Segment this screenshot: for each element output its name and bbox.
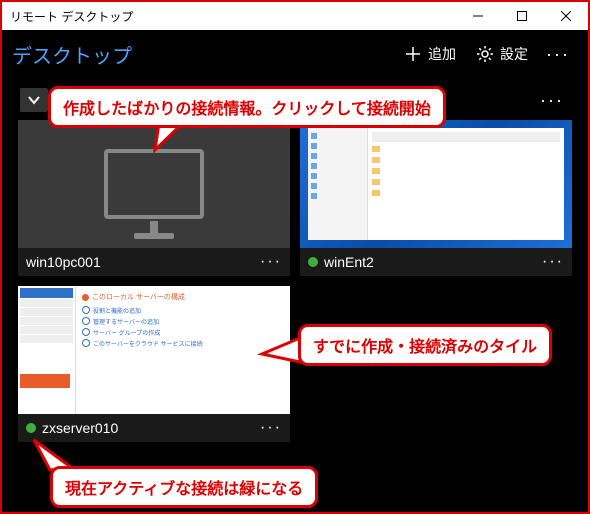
page-title: デスクトップ: [12, 40, 132, 69]
header-more-button[interactable]: ···: [538, 38, 578, 71]
add-label: 追加: [428, 44, 456, 64]
collapse-toggle[interactable]: [20, 88, 48, 112]
gear-icon: [476, 45, 494, 63]
tile-more-button[interactable]: ···: [542, 253, 564, 271]
tile-label-bar: winEnt2 ···: [300, 248, 572, 276]
minimize-button[interactable]: [456, 2, 500, 30]
app-header: デスクトップ 追加 設定 ···: [2, 30, 588, 78]
close-button[interactable]: [544, 2, 588, 30]
tile-name: zxserver010: [42, 420, 254, 436]
tile-label-bar: win10pc001 ···: [18, 248, 290, 276]
callout-new-connection: 作成したばかりの接続情報。クリックして接続開始: [48, 86, 446, 128]
plus-icon: [404, 45, 422, 63]
window-title: リモート デスクトップ: [10, 8, 133, 25]
tile-thumbnail: このローカル サーバーの構成 役割と機能の追加 管理するサーバーの追加 サーバー…: [18, 286, 290, 414]
add-button[interactable]: 追加: [394, 38, 466, 70]
section-more-button[interactable]: ···: [540, 90, 564, 111]
tile-more-button[interactable]: ···: [260, 419, 282, 437]
tile-thumbnail: [300, 120, 572, 248]
maximize-button[interactable]: [500, 2, 544, 30]
callout-existing-tile: すでに作成・接続済みのタイル: [298, 324, 552, 366]
tile-name: win10pc001: [26, 254, 254, 270]
titlebar: リモート デスクトップ: [2, 2, 588, 30]
chevron-down-icon: [27, 93, 41, 107]
active-indicator-icon: [26, 423, 36, 433]
tile-name: winEnt2: [324, 254, 536, 270]
connection-tile[interactable]: winEnt2 ···: [300, 120, 572, 276]
tile-more-button[interactable]: ···: [260, 253, 282, 271]
settings-label: 設定: [500, 44, 528, 64]
tile-grid: win10pc001 ··· winEnt2 ···: [2, 118, 588, 442]
callout-active-green: 現在アクティブな接続は緑になる: [50, 466, 318, 508]
connection-tile[interactable]: このローカル サーバーの構成 役割と機能の追加 管理するサーバーの追加 サーバー…: [18, 286, 290, 442]
monitor-icon: [104, 149, 204, 219]
active-indicator-icon: [308, 257, 318, 267]
settings-button[interactable]: 設定: [466, 38, 538, 70]
